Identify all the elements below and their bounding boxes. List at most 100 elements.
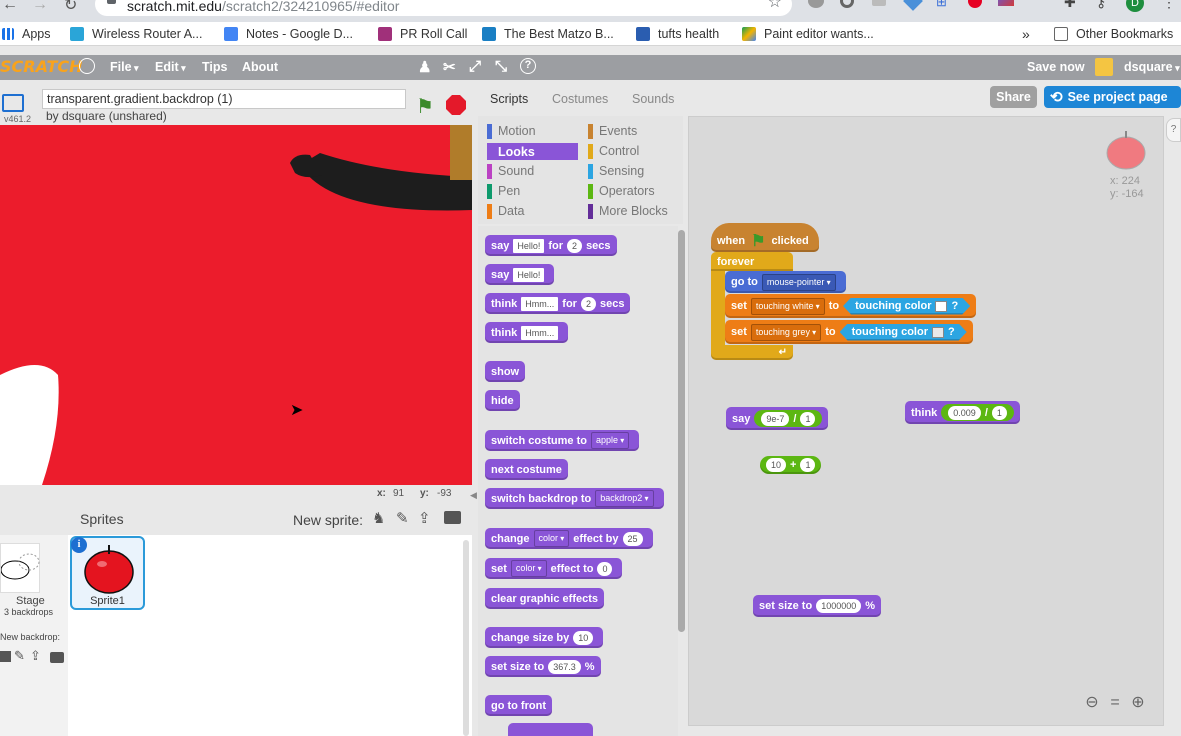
back-icon[interactable]: ← (2, 0, 18, 14)
category-data[interactable]: Data (487, 203, 524, 219)
extension-adblock-icon[interactable] (808, 0, 824, 8)
block-input[interactable]: Hello! (513, 267, 545, 282)
block-switch-backdrop[interactable]: switch backdrop to backdrop2 (485, 488, 664, 509)
block-set-touching-white[interactable]: settouching whitetotouching color? (725, 294, 977, 318)
cut-scissors-icon[interactable]: ✂ (443, 58, 456, 76)
bookmark-other[interactable]: Other Bookmarks (1054, 26, 1173, 42)
block-input[interactable]: 0 (597, 561, 613, 576)
block-say-divide[interactable]: say 9e-7/1 (726, 407, 829, 430)
sprite-list-scrollbar[interactable] (463, 540, 469, 736)
paint-brush-icon[interactable]: ✎ (396, 509, 409, 527)
block-input[interactable]: Hmm... (521, 296, 559, 311)
share-button[interactable]: Share (990, 86, 1037, 108)
block-change-size[interactable]: change size by 10 (485, 627, 604, 648)
block-forever[interactable]: forever (711, 252, 793, 271)
zoom-in-icon[interactable]: ⊕ (1129, 694, 1147, 712)
color-swatch-white[interactable] (935, 301, 947, 312)
category-pen[interactable]: Pen (487, 183, 520, 199)
backdrop-camera-icon[interactable] (50, 652, 64, 663)
block-input[interactable]: 10 (573, 630, 594, 645)
upload-icon[interactable]: ⇪ (418, 509, 431, 527)
sprite-library-icon[interactable]: ♞ (372, 509, 385, 527)
extension-box-icon[interactable] (872, 0, 886, 6)
category-looks[interactable]: Looks (487, 143, 578, 160)
bookmark-apps[interactable]: Apps (2, 26, 51, 42)
bookmark-notes[interactable]: Notes - Google D... (224, 26, 353, 42)
costume-dropdown[interactable]: apple (590, 432, 630, 449)
duplicate-stamp-icon[interactable]: ♟ (418, 58, 431, 76)
block-think-for-secs[interactable]: think Hmm... for 2 secs (485, 293, 631, 314)
camera-icon[interactable] (444, 511, 461, 524)
reload-icon[interactable]: ↻ (64, 0, 77, 15)
category-sensing[interactable]: Sensing (588, 163, 644, 179)
bookmark-matzo[interactable]: The Best Matzo B... (482, 26, 614, 42)
user-menu[interactable]: dsquare ▾ (1124, 60, 1180, 74)
tab-scripts[interactable]: Scripts (490, 92, 528, 106)
backdrop-library-icon[interactable] (0, 651, 11, 662)
operator-add[interactable]: 10 +1 (760, 456, 822, 474)
block-input[interactable]: Hello! (513, 238, 545, 253)
operator-divide[interactable]: 0.009/1 (941, 404, 1014, 421)
category-motion[interactable]: Motion (487, 123, 536, 139)
sensing-touching-color[interactable]: touching color? (843, 298, 970, 315)
effect-dropdown[interactable]: color (533, 530, 570, 547)
category-more-blocks[interactable]: More Blocks (588, 203, 668, 219)
bookmark-wireless-router[interactable]: Wireless Router A... (70, 26, 202, 42)
block-input[interactable]: 2 (567, 238, 583, 253)
block-input[interactable]: 367.3 (548, 659, 581, 674)
block-switch-costume[interactable]: switch costume to apple (485, 430, 640, 451)
menu-edit[interactable]: Edit ▾ (155, 60, 186, 74)
block-input[interactable]: 10 (766, 458, 787, 472)
menu-about[interactable]: About (242, 60, 278, 74)
bookmark-tufts-health[interactable]: tufts health (636, 26, 719, 42)
block-say[interactable]: say Hello! (485, 264, 555, 285)
color-swatch-grey[interactable] (932, 327, 944, 338)
pinterest-icon[interactable] (968, 0, 982, 8)
address-bar[interactable]: scratch.mit.edu/scratch2/324210965/#edit… (95, 0, 792, 16)
block-say-for-secs[interactable]: say Hello! for 2 secs (485, 235, 617, 256)
sprite-tile-sprite1[interactable]: i Sprite1 (70, 536, 145, 610)
star-icon[interactable]: ☆ (768, 0, 782, 12)
extension-pen-icon[interactable] (903, 0, 923, 11)
extension-grid-icon[interactable]: ⊞ (936, 0, 947, 10)
backdrop-dropdown[interactable]: backdrop2 (595, 490, 654, 507)
block-set-effect[interactable]: setcoloreffect to0 (485, 558, 623, 579)
block-set-touching-grey[interactable]: settouching greyto touching color? (725, 320, 973, 344)
block-go-back-layers[interactable] (508, 723, 593, 736)
block-think-divide[interactable]: think 0.009/1 (905, 401, 1020, 424)
green-flag-icon[interactable]: ⚑ (416, 94, 434, 119)
block-next-costume[interactable]: next costume (485, 459, 568, 480)
block-show[interactable]: show (485, 361, 526, 382)
zoom-out-icon[interactable]: ⊖ (1083, 694, 1101, 712)
project-title-input[interactable]: transparent.gradient.backdrop (1) (42, 89, 406, 109)
language-globe-icon[interactable] (79, 58, 95, 74)
browser-menu-icon[interactable]: ⋮ (1162, 0, 1176, 11)
category-sound[interactable]: Sound (487, 163, 534, 179)
block-input[interactable]: 2 (580, 296, 596, 311)
extensions-puzzle-icon[interactable]: ✚ (1064, 0, 1076, 11)
block-set-size[interactable]: set size to 367.3% (485, 656, 601, 677)
scripts-area[interactable]: x: 224 y: -164 when ⚑ clicked forever ↵ go… (688, 116, 1164, 726)
forward-icon[interactable]: → (32, 0, 48, 14)
block-input[interactable]: Hmm... (521, 325, 559, 340)
backdrop-paint-icon[interactable]: ✎ (14, 648, 25, 664)
block-go-to-front[interactable]: go to front (485, 695, 552, 716)
effect-dropdown[interactable]: color (510, 560, 547, 577)
block-go-to[interactable]: go to mouse-pointer (725, 271, 846, 293)
category-control[interactable]: Control (588, 143, 639, 159)
tab-costumes[interactable]: Costumes (552, 92, 608, 106)
collapse-arrow-icon[interactable]: ◀ (470, 490, 477, 501)
category-events[interactable]: Events (588, 123, 637, 139)
block-when-flag-clicked[interactable]: when ⚑ clicked (711, 223, 819, 252)
block-input[interactable]: 1000000 (816, 599, 862, 613)
block-input[interactable]: 1 (800, 411, 816, 426)
user-avatar[interactable] (1095, 58, 1113, 76)
zoom-reset-icon[interactable]: = (1106, 694, 1124, 712)
stop-sign-icon[interactable] (446, 95, 466, 115)
help-tips-tab[interactable]: ? (1166, 118, 1181, 142)
shrink-icon[interactable]: ⤡ (495, 58, 507, 75)
block-input[interactable]: 25 (622, 531, 643, 546)
category-operators[interactable]: Operators (588, 183, 655, 199)
palette-scrollbar[interactable] (678, 230, 685, 632)
extension-flag-icon[interactable] (998, 0, 1014, 6)
